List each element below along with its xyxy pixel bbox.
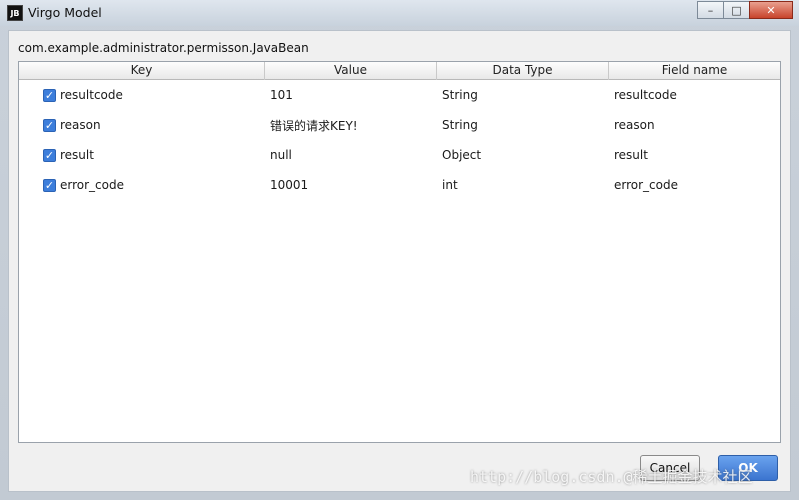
check-icon: ✓ <box>44 118 55 132</box>
title-bar[interactable]: JB Virgo Model – □ ✕ <box>0 0 799 26</box>
app-icon: JB <box>7 5 23 21</box>
window-controls: – □ ✕ <box>697 1 793 19</box>
row-checkbox[interactable]: ✓ <box>43 118 56 132</box>
value-cell: 10001 <box>270 178 309 192</box>
watermark-text: http://blog.csdn.@稀土掘金技术社区 <box>470 468 753 486</box>
class-name-label: com.example.administrator.permisson.Java… <box>18 41 309 55</box>
value-cell: 错误的请求KEY! <box>270 118 358 133</box>
data-type-cell[interactable]: Object <box>437 148 609 162</box>
key-cell: ✓ reason <box>19 118 265 132</box>
row-checkbox[interactable]: ✓ <box>43 88 56 102</box>
key-cell: ✓ result <box>19 148 265 162</box>
close-icon: ✕ <box>766 3 776 17</box>
column-header-field-name[interactable]: Field name <box>609 62 780 80</box>
check-icon: ✓ <box>44 148 55 162</box>
key-text: result <box>60 148 94 162</box>
maximize-button[interactable]: □ <box>723 1 750 19</box>
key-text: error_code <box>60 178 124 192</box>
table-row[interactable]: ✓ result null Object result <box>19 140 780 170</box>
key-text: reason <box>60 118 101 132</box>
value-cell: 101 <box>270 88 293 102</box>
window-title: Virgo Model <box>28 5 102 20</box>
data-type-cell[interactable]: String <box>437 88 609 102</box>
dialog-content: com.example.administrator.permisson.Java… <box>8 30 791 492</box>
value-cell: null <box>270 148 292 162</box>
maximize-icon: □ <box>731 3 742 17</box>
column-header-data-type[interactable]: Data Type <box>437 62 609 80</box>
key-cell: ✓ error_code <box>19 178 265 192</box>
close-button[interactable]: ✕ <box>749 1 793 19</box>
field-name-cell[interactable]: resultcode <box>609 88 780 102</box>
check-icon: ✓ <box>44 178 55 192</box>
column-header-key[interactable]: Key <box>19 62 265 80</box>
column-header-value[interactable]: Value <box>265 62 437 80</box>
key-text: resultcode <box>60 88 123 102</box>
dialog-window: JB Virgo Model – □ ✕ com.example.adminis… <box>0 0 799 500</box>
minimize-button[interactable]: – <box>697 1 724 19</box>
table-row[interactable]: ✓ error_code 10001 int error_code <box>19 170 780 200</box>
row-checkbox[interactable]: ✓ <box>43 148 56 162</box>
table-row[interactable]: ✓ reason 错误的请求KEY! String reason <box>19 110 780 140</box>
minimize-icon: – <box>707 3 714 17</box>
field-name-cell[interactable]: reason <box>609 118 780 132</box>
table-row[interactable]: ✓ resultcode 101 String resultcode <box>19 80 780 110</box>
key-cell: ✓ resultcode <box>19 88 265 102</box>
field-name-cell[interactable]: result <box>609 148 780 162</box>
fields-table: Key Value Data Type Field name ✓ resultc… <box>18 61 781 443</box>
data-type-cell[interactable]: int <box>437 178 609 192</box>
check-icon: ✓ <box>44 88 55 102</box>
field-name-cell[interactable]: error_code <box>609 178 780 192</box>
data-type-cell[interactable]: String <box>437 118 609 132</box>
table-header: Key Value Data Type Field name <box>19 62 780 80</box>
row-checkbox[interactable]: ✓ <box>43 178 56 192</box>
